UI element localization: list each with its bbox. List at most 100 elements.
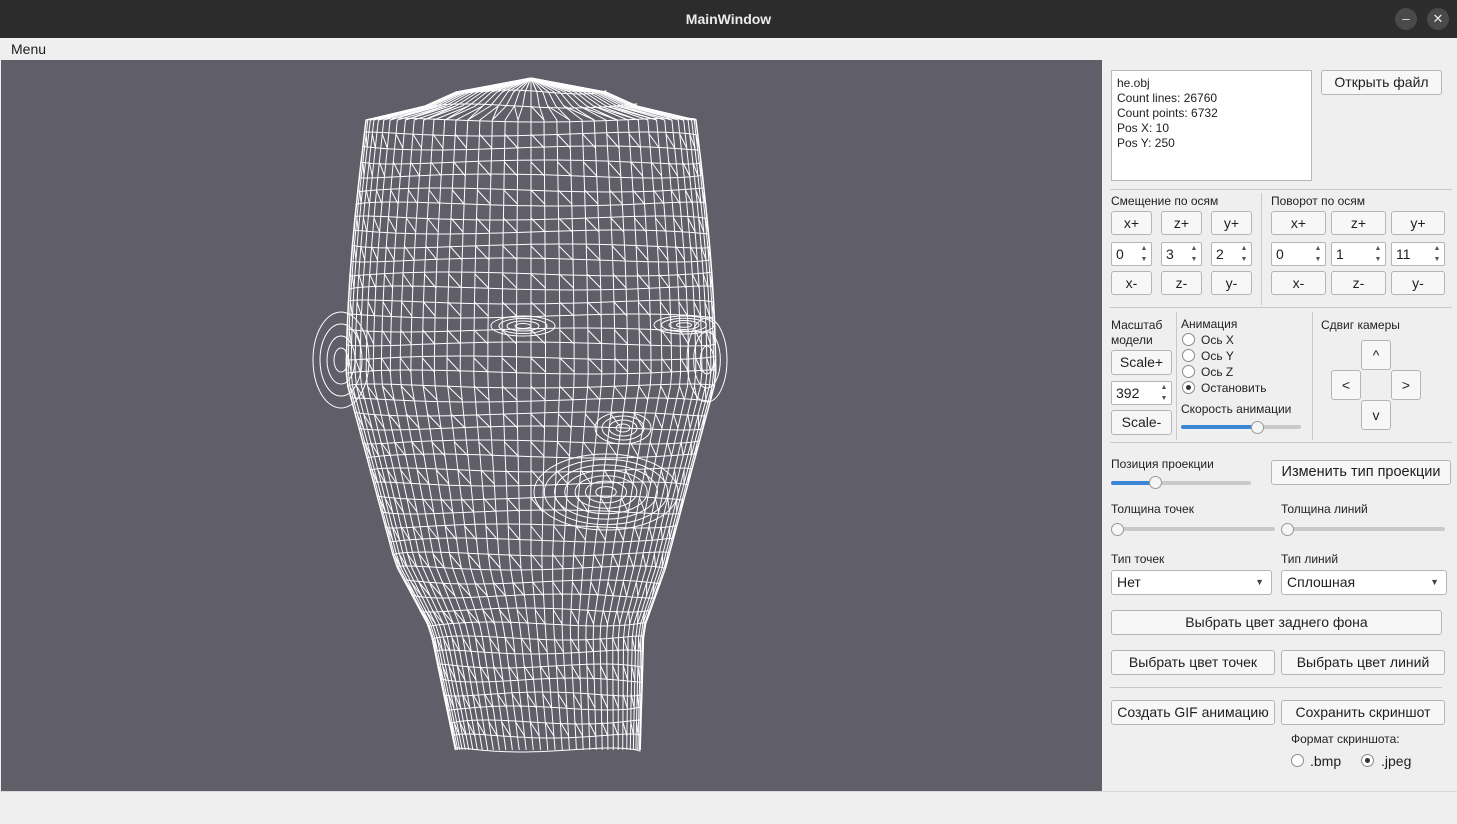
point-size-handle[interactable] xyxy=(1111,523,1124,536)
camera-label: Сдвиг камеры xyxy=(1321,318,1400,332)
projection-handle[interactable] xyxy=(1149,476,1163,489)
line-color-button[interactable]: Выбрать цвет линий xyxy=(1281,650,1445,675)
wireframe-head xyxy=(312,77,728,753)
info-filename: he.obj xyxy=(1117,76,1150,90)
rotate-z-plus-button[interactable]: z+ xyxy=(1331,211,1386,235)
separator xyxy=(1261,193,1262,305)
translate-x-plus-button[interactable]: x+ xyxy=(1111,211,1152,235)
close-icon[interactable]: ✕ xyxy=(1427,8,1449,30)
translate-z-minus-button[interactable]: z- xyxy=(1161,271,1202,295)
separator xyxy=(1312,312,1313,440)
separator xyxy=(1110,687,1442,688)
anim-speed-slider[interactable] xyxy=(1181,425,1301,429)
chevron-down-icon: ▼ xyxy=(1255,577,1264,587)
rotate-y-spinbox[interactable]: 11 ▲ ▼ xyxy=(1391,242,1445,266)
spin-arrows-icon[interactable]: ▲ ▼ xyxy=(1159,382,1169,404)
open-file-button[interactable]: Открыть файл xyxy=(1321,70,1442,95)
rotate-label: Поворот по осям xyxy=(1271,194,1366,208)
info-pos-y: Pos Y: 250 xyxy=(1117,136,1175,150)
translate-y-plus-button[interactable]: y+ xyxy=(1211,211,1252,235)
anim-radio-x[interactable] xyxy=(1182,333,1195,346)
scale-label-line2: модели xyxy=(1111,333,1153,347)
spin-arrows-icon[interactable]: ▲ ▼ xyxy=(1139,243,1149,265)
anim-option-x: Ось X xyxy=(1201,333,1234,347)
screenshot-format-label: Формат скриншота: xyxy=(1291,732,1400,746)
translate-z-spinbox[interactable]: 3 ▲ ▼ xyxy=(1161,242,1202,266)
camera-left-button[interactable]: < xyxy=(1331,370,1361,400)
translate-x-spinbox[interactable]: 0 ▲ ▼ xyxy=(1111,242,1152,266)
scale-plus-button[interactable]: Scale+ xyxy=(1111,350,1172,375)
anim-radio-z[interactable] xyxy=(1182,365,1195,378)
spinbox-value: 392 xyxy=(1116,385,1140,401)
point-size-slider[interactable] xyxy=(1111,527,1275,531)
info-count-lines: Count lines: 26760 xyxy=(1117,91,1218,105)
model-viewport[interactable] xyxy=(1,60,1102,791)
separator xyxy=(1176,312,1177,440)
spin-arrows-icon[interactable]: ▲ ▼ xyxy=(1239,243,1249,265)
wireframe-mesh xyxy=(345,77,717,753)
line-size-slider[interactable] xyxy=(1281,527,1445,531)
anim-option-z: Ось Z xyxy=(1201,365,1234,379)
line-type-combobox[interactable]: Сплошная ▼ xyxy=(1281,570,1447,595)
camera-down-button[interactable]: v xyxy=(1361,400,1391,430)
slider-fill xyxy=(1181,425,1257,429)
right-eye xyxy=(676,322,692,328)
spin-arrows-icon[interactable]: ▲ ▼ xyxy=(1313,243,1323,265)
combobox-value: Сплошная xyxy=(1287,574,1356,590)
anim-option-y: Ось Y xyxy=(1201,349,1234,363)
chevron-down-icon: ▼ xyxy=(1430,577,1439,587)
mouth xyxy=(584,480,628,504)
spinbox-value: 11 xyxy=(1396,246,1411,262)
rotate-x-minus-button[interactable]: x- xyxy=(1271,271,1326,295)
window-title: MainWindow xyxy=(685,11,772,27)
change-projection-button[interactable]: Изменить тип проекции xyxy=(1271,460,1451,485)
point-size-label: Толщина точек xyxy=(1111,502,1194,516)
menu-bar xyxy=(0,38,1457,60)
bg-color-button[interactable]: Выбрать цвет заднего фона xyxy=(1111,610,1442,635)
spinbox-value: 0 xyxy=(1276,246,1284,262)
projection-slider[interactable] xyxy=(1111,481,1251,485)
camera-right-button[interactable]: > xyxy=(1391,370,1421,400)
translate-z-plus-button[interactable]: z+ xyxy=(1161,211,1202,235)
scale-minus-button[interactable]: Scale- xyxy=(1111,410,1172,435)
spin-arrows-icon[interactable]: ▲ ▼ xyxy=(1373,243,1383,265)
rotate-x-spinbox[interactable]: 0 ▲ ▼ xyxy=(1271,242,1326,266)
translate-y-spinbox[interactable]: 2 ▲ ▼ xyxy=(1211,242,1252,266)
line-type-label: Тип линий xyxy=(1281,552,1339,566)
menu-item[interactable]: Menu xyxy=(11,41,46,57)
spin-arrows-icon[interactable]: ▲ ▼ xyxy=(1189,243,1199,265)
spinbox-value: 1 xyxy=(1336,246,1344,262)
spinbox-value: 3 xyxy=(1166,246,1174,262)
rotate-z-minus-button[interactable]: z- xyxy=(1331,271,1386,295)
anim-speed-label: Скорость анимации xyxy=(1181,402,1292,416)
rotate-y-plus-button[interactable]: y+ xyxy=(1391,211,1445,235)
anim-radio-stop[interactable] xyxy=(1182,381,1195,394)
anim-speed-handle[interactable] xyxy=(1250,421,1264,434)
scale-spinbox[interactable]: 392 ▲ ▼ xyxy=(1111,381,1172,405)
anim-option-stop: Остановить xyxy=(1201,381,1267,395)
rotate-z-spinbox[interactable]: 1 ▲ ▼ xyxy=(1331,242,1386,266)
create-gif-button[interactable]: Создать GIF анимацию xyxy=(1111,700,1275,725)
camera-up-button[interactable]: ^ xyxy=(1361,340,1391,370)
rotate-y-minus-button[interactable]: y- xyxy=(1391,271,1445,295)
translate-x-minus-button[interactable]: x- xyxy=(1111,271,1152,295)
format-option-bmp: .bmp xyxy=(1310,753,1342,769)
animation-label: Анимация xyxy=(1181,317,1238,331)
point-color-button[interactable]: Выбрать цвет точек xyxy=(1111,650,1275,675)
separator xyxy=(1110,189,1452,190)
line-size-label: Толщина линий xyxy=(1281,502,1368,516)
point-type-label: Тип точек xyxy=(1111,552,1165,566)
anim-radio-y[interactable] xyxy=(1182,349,1195,362)
translate-label: Смещение по осям xyxy=(1111,194,1219,208)
spin-arrows-icon[interactable]: ▲ ▼ xyxy=(1432,243,1442,265)
point-type-combobox[interactable]: Нет ▼ xyxy=(1111,570,1272,595)
projection-label: Позиция проекции xyxy=(1111,457,1214,471)
format-radio-jpeg[interactable] xyxy=(1361,754,1374,767)
translate-y-minus-button[interactable]: y- xyxy=(1211,271,1252,295)
format-radio-bmp[interactable] xyxy=(1291,754,1304,767)
info-pos-x: Pos X: 10 xyxy=(1117,121,1170,135)
rotate-x-plus-button[interactable]: x+ xyxy=(1271,211,1326,235)
line-size-handle[interactable] xyxy=(1281,523,1294,536)
save-screenshot-button[interactable]: Сохранить скриншот xyxy=(1281,700,1445,725)
minimize-icon[interactable]: – xyxy=(1395,8,1417,30)
